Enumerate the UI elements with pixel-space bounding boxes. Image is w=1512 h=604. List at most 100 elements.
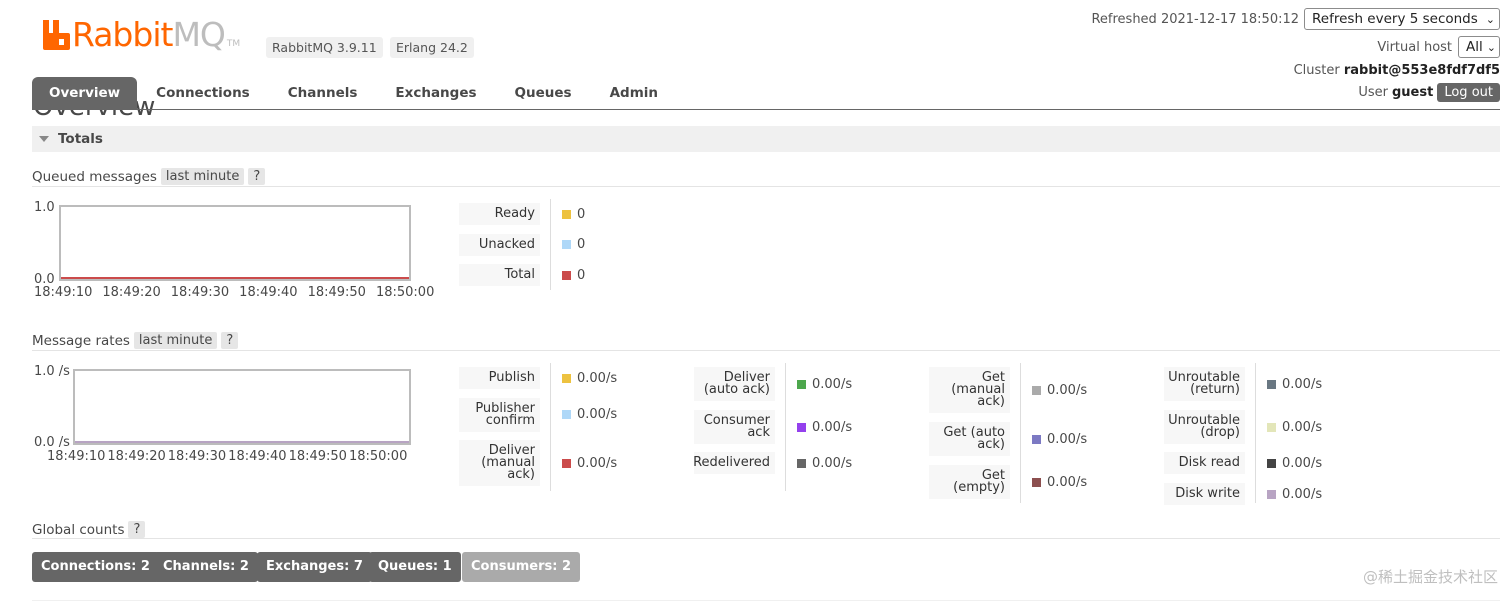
queued-messages-chart (59, 205, 411, 281)
consumers-count-button[interactable]: Consumers: 2 (462, 552, 581, 582)
rates-help-button[interactable]: ? (221, 332, 239, 349)
tab-overview[interactable]: Overview (32, 77, 138, 109)
legend-label-deliver-manual-ack: Deliver (manual ack) (459, 440, 540, 486)
global-counts-help-button[interactable]: ? (128, 521, 146, 538)
legend-divider (550, 199, 551, 290)
legend-label-get-manual-ack: Get (manual ack) (929, 367, 1010, 413)
logo-trademark: TM (226, 39, 241, 49)
publish-rate: 0.00/s (577, 371, 618, 386)
queued-messages-header: Queued messages last minute ? (32, 168, 266, 185)
queued-y-max: 1.0 (34, 200, 55, 215)
get-empty-color-swatch (1032, 478, 1041, 487)
message-rates-title: Message rates (32, 332, 130, 349)
disk-read-rate: 0.00/s (1282, 456, 1323, 471)
queued-x-axis: 18:49:10 18:49:20 18:49:30 18:49:40 18:4… (34, 285, 434, 300)
legend-label-ready: Ready (459, 203, 540, 225)
refresh-interval-select[interactable]: Refresh every 5 seconds ⌄ (1304, 8, 1500, 30)
exchanges-count-button[interactable]: Exchanges: 7 (257, 552, 372, 582)
x-tick: 18:49:50 (288, 449, 347, 464)
get-auto-ack-color-swatch (1032, 435, 1041, 444)
x-tick: 18:49:10 (34, 285, 93, 300)
queues-count-button[interactable]: Queues: 1 (369, 552, 461, 582)
legend-label-unroutable-return: Unroutable (return) (1164, 367, 1245, 401)
legend-label-unacked: Unacked (459, 234, 540, 256)
tab-channels[interactable]: Channels (269, 77, 377, 109)
logo-wordmark: RabbitMQ (72, 15, 226, 54)
consumer-ack-color-swatch (797, 423, 806, 432)
rabbitmq-version-badge: RabbitMQ 3.9.11 (266, 37, 383, 58)
totals-section-header[interactable] (32, 126, 1500, 152)
unacked-value: 0 (577, 237, 586, 252)
legend-label-consumer-ack: Consumer ack (694, 410, 775, 444)
queued-messages-title: Queued messages (32, 168, 157, 185)
get-manual-ack-color-swatch (1032, 386, 1041, 395)
redelivered-rate: 0.00/s (812, 456, 853, 471)
legend-label-get-empty: Get (empty) (929, 465, 1010, 499)
rabbitmq-logo-icon (43, 20, 70, 50)
x-tick: 18:50:00 (348, 449, 408, 464)
main-nav-tabs: Overview Connections Channels Exchanges … (32, 77, 677, 109)
chevron-down-icon: ⌄ (1485, 12, 1495, 26)
get-manual-ack-rate: 0.00/s (1047, 383, 1088, 398)
rates-y-min: 0.0 /s (34, 435, 70, 450)
user-label: User (1358, 85, 1388, 100)
refresh-row: Refreshed 2021-12-17 18:50:12 Refresh ev… (1091, 8, 1500, 30)
vhost-select[interactable]: All ⌄ (1458, 36, 1500, 58)
user-row: User guest Log out (1358, 83, 1500, 102)
x-tick: 18:49:40 (228, 449, 287, 464)
x-tick: 18:50:00 (375, 285, 435, 300)
x-tick: 18:49:10 (47, 449, 106, 464)
legend-divider (550, 363, 551, 491)
chevron-down-icon: ⌄ (1486, 40, 1496, 54)
legend-label-total: Total (459, 264, 540, 286)
vhost-row: Virtual host All ⌄ (1377, 36, 1500, 58)
cluster-name: rabbit@553e8fdf7df5 (1343, 63, 1500, 78)
legend-label-get-auto-ack: Get (auto ack) (929, 422, 1010, 456)
tab-connections[interactable]: Connections (137, 77, 269, 109)
redelivered-color-swatch (797, 459, 806, 468)
channels-count-button[interactable]: Channels: 2 (154, 552, 258, 582)
tab-admin[interactable]: Admin (591, 77, 677, 109)
deliver-manual-ack-rate: 0.00/s (577, 456, 618, 471)
user-name: guest (1392, 85, 1434, 100)
legend-label-unroutable-drop: Unroutable (drop) (1164, 410, 1245, 444)
rates-x-axis: 18:49:10 18:49:20 18:49:30 18:49:40 18:4… (47, 449, 407, 464)
queued-help-button[interactable]: ? (248, 168, 266, 185)
legend-divider (1255, 363, 1256, 503)
legend-label-publish: Publish (459, 367, 540, 389)
rates-range-button[interactable]: last minute (133, 332, 218, 349)
publisher-confirm-rate: 0.00/s (577, 407, 618, 422)
disk-write-rate: 0.00/s (1282, 487, 1323, 502)
total-color-swatch (562, 271, 571, 280)
tabs-divider (32, 109, 1500, 110)
legend-divider (785, 363, 786, 491)
tab-queues[interactable]: Queues (496, 77, 591, 109)
legend-label-redelivered: Redelivered (693, 452, 775, 474)
legend-divider (1020, 363, 1021, 503)
deliver-auto-ack-color-swatch (797, 380, 806, 389)
rates-y-max: 1.0 /s (34, 364, 70, 379)
logout-button[interactable]: Log out (1437, 83, 1500, 102)
disk-write-color-swatch (1267, 490, 1276, 499)
tab-exchanges[interactable]: Exchanges (376, 77, 495, 109)
unacked-color-swatch (562, 240, 571, 249)
queued-total-series-line (61, 277, 409, 279)
legend-label-disk-write: Disk write (1164, 483, 1245, 505)
unroutable-drop-rate: 0.00/s (1282, 420, 1323, 435)
publish-color-swatch (562, 374, 571, 383)
section-divider (32, 350, 1500, 351)
rabbitmq-logo[interactable]: RabbitMQ TM (43, 17, 240, 53)
collapse-triangle-icon[interactable] (39, 136, 49, 142)
unroutable-return-color-swatch (1267, 380, 1276, 389)
x-tick: 18:49:50 (307, 285, 366, 300)
get-empty-rate: 0.00/s (1047, 475, 1088, 490)
queued-range-button[interactable]: last minute (160, 168, 245, 185)
global-counts-title: Global counts (32, 521, 125, 538)
section-divider (32, 600, 1500, 601)
x-tick: 18:49:40 (239, 285, 298, 300)
consumer-ack-rate: 0.00/s (812, 420, 853, 435)
cluster-row: Cluster rabbit@553e8fdf7df5 (1294, 63, 1500, 78)
connections-count-button[interactable]: Connections: 2 (32, 552, 159, 582)
unroutable-drop-color-swatch (1267, 423, 1276, 432)
disk-read-color-swatch (1267, 459, 1276, 468)
